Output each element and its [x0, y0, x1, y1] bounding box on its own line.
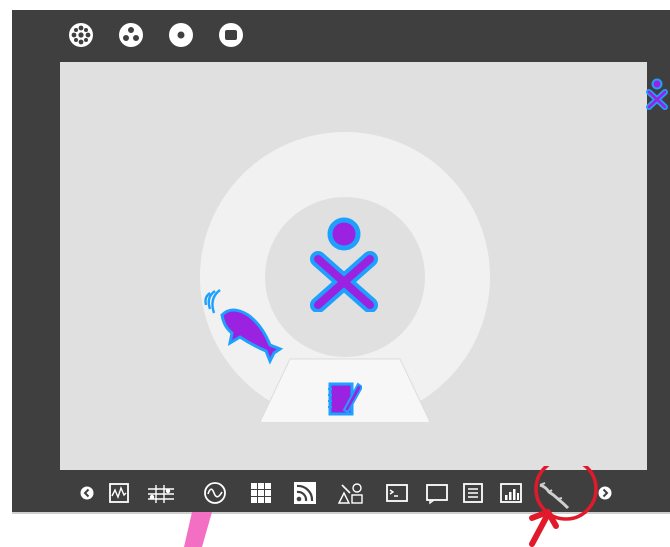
chat-icon — [426, 484, 448, 505]
measure-icon — [109, 483, 129, 503]
list-activity-button[interactable] — [460, 481, 486, 505]
neighborhood-icon — [69, 23, 93, 47]
terminal-activity-button[interactable] — [384, 481, 410, 505]
memorize-icon — [251, 483, 271, 503]
rss-activity-button[interactable] — [292, 481, 318, 505]
scroll-left-button[interactable] — [80, 481, 94, 505]
oscilloscope-activity-button[interactable] — [202, 481, 228, 505]
home-icon — [169, 23, 193, 47]
terminal-icon — [386, 484, 408, 502]
home-view-canvas — [60, 62, 647, 470]
tamtam-activity-button[interactable] — [146, 481, 176, 505]
xo-buddy-small-icon[interactable] — [645, 78, 669, 110]
sugar-frame — [12, 10, 670, 512]
dolphin-icon[interactable] — [200, 287, 286, 369]
edit-activity-button[interactable] — [336, 481, 366, 505]
activity-view-button[interactable] — [218, 22, 244, 48]
write-icon[interactable] — [328, 380, 362, 418]
edit-paint-icon — [337, 483, 363, 504]
group-icon — [119, 23, 143, 47]
xo-buddy-icon[interactable] — [308, 217, 380, 312]
chevron-left-icon — [80, 486, 94, 500]
tamtam-icon — [148, 485, 174, 503]
activity-icon — [219, 23, 243, 47]
list-icon — [463, 483, 483, 503]
annotation-highlight — [529, 466, 598, 547]
rss-icon — [294, 482, 316, 504]
group-view-button[interactable] — [118, 22, 144, 48]
neighborhood-view-button[interactable] — [68, 22, 94, 48]
memorize-activity-button[interactable] — [248, 481, 274, 505]
oscilloscope-icon — [204, 482, 226, 504]
top-toolbar — [12, 10, 670, 60]
home-view-button[interactable] — [168, 22, 194, 48]
measure-activity-button[interactable] — [106, 481, 132, 505]
pink-mark — [184, 512, 212, 547]
chat-activity-button[interactable] — [424, 481, 450, 505]
